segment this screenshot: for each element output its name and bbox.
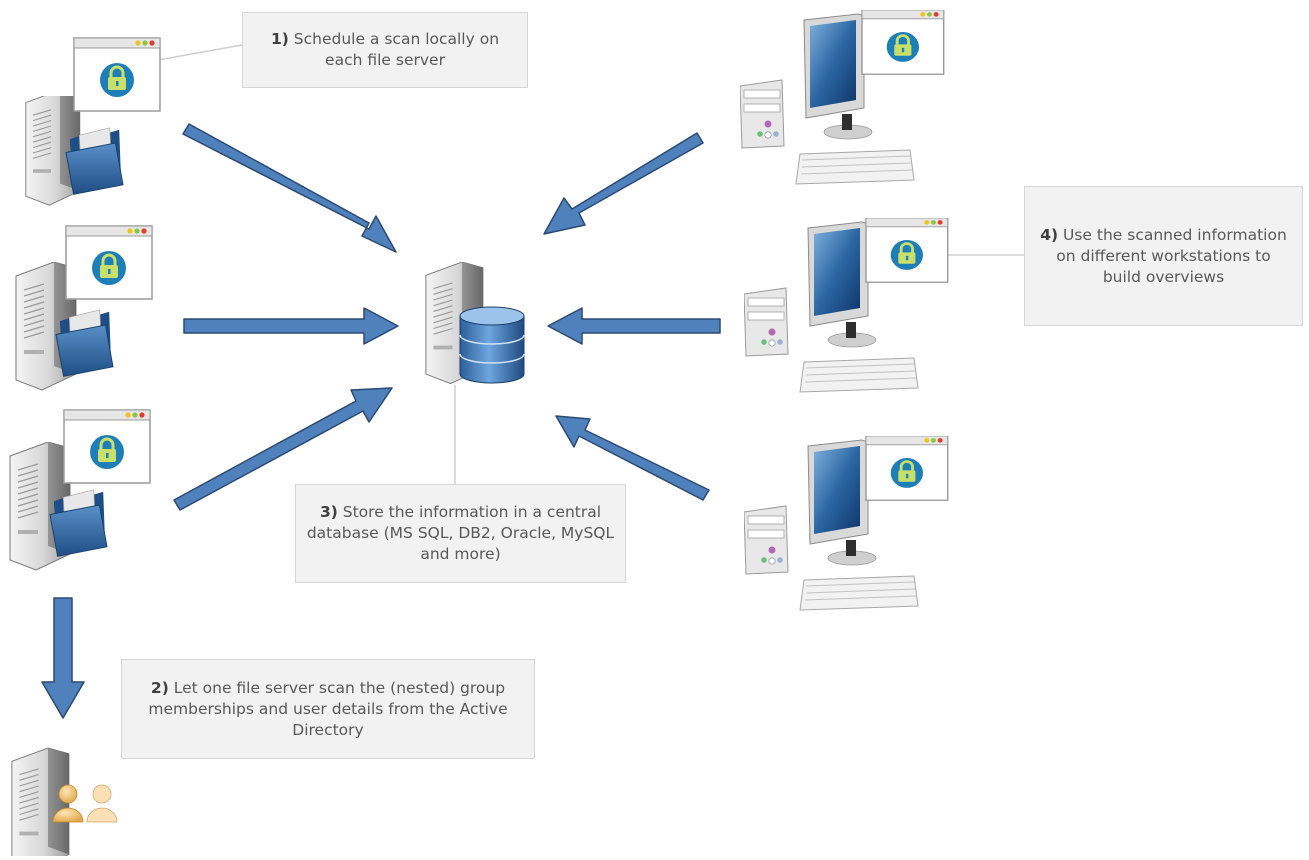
arrow-ws2-to-db bbox=[547, 307, 721, 345]
workstation-2 bbox=[743, 216, 964, 398]
lock-icon bbox=[62, 408, 152, 485]
callout-4-text: Use the scanned information on different… bbox=[1056, 225, 1287, 286]
lock-icon bbox=[72, 36, 162, 113]
callout-4: 4) Use the scanned information on differ… bbox=[1024, 186, 1303, 326]
callout-1-number: 1) bbox=[270, 30, 289, 48]
workstation-icon bbox=[743, 434, 950, 611]
active-directory-server-icon bbox=[11, 747, 118, 860]
workstation-1 bbox=[739, 8, 960, 190]
callout-3: 3) Store the information in a central da… bbox=[295, 484, 626, 583]
callout-2-number: 2) bbox=[150, 678, 169, 697]
callout-3-text: Store the information in a central datab… bbox=[306, 503, 615, 563]
callout-2-text: Let one file server scan the (nested) gr… bbox=[148, 678, 508, 739]
callout-1: 1) Schedule a scan locally on each file … bbox=[242, 12, 528, 88]
lock-icon bbox=[64, 224, 154, 301]
callout-4-number: 4) bbox=[1040, 225, 1059, 244]
database-server bbox=[424, 261, 534, 387]
callout-1-text: Schedule a scan locally on each file ser… bbox=[293, 30, 500, 69]
callout-3-number: 3) bbox=[319, 503, 338, 521]
arrow-ws1-to-db bbox=[543, 132, 704, 235]
arrow-down-to-ad bbox=[41, 597, 85, 719]
arrow-server2-to-db bbox=[183, 307, 399, 345]
workstation-icon bbox=[739, 8, 946, 185]
workstation-icon bbox=[743, 216, 950, 393]
active-directory-server bbox=[10, 742, 150, 860]
arrow-server1-to-db bbox=[182, 123, 397, 253]
callout-2: 2) Let one file server scan the (nested)… bbox=[121, 659, 535, 759]
database-server-icon bbox=[425, 261, 525, 385]
workstation-3 bbox=[743, 434, 964, 616]
